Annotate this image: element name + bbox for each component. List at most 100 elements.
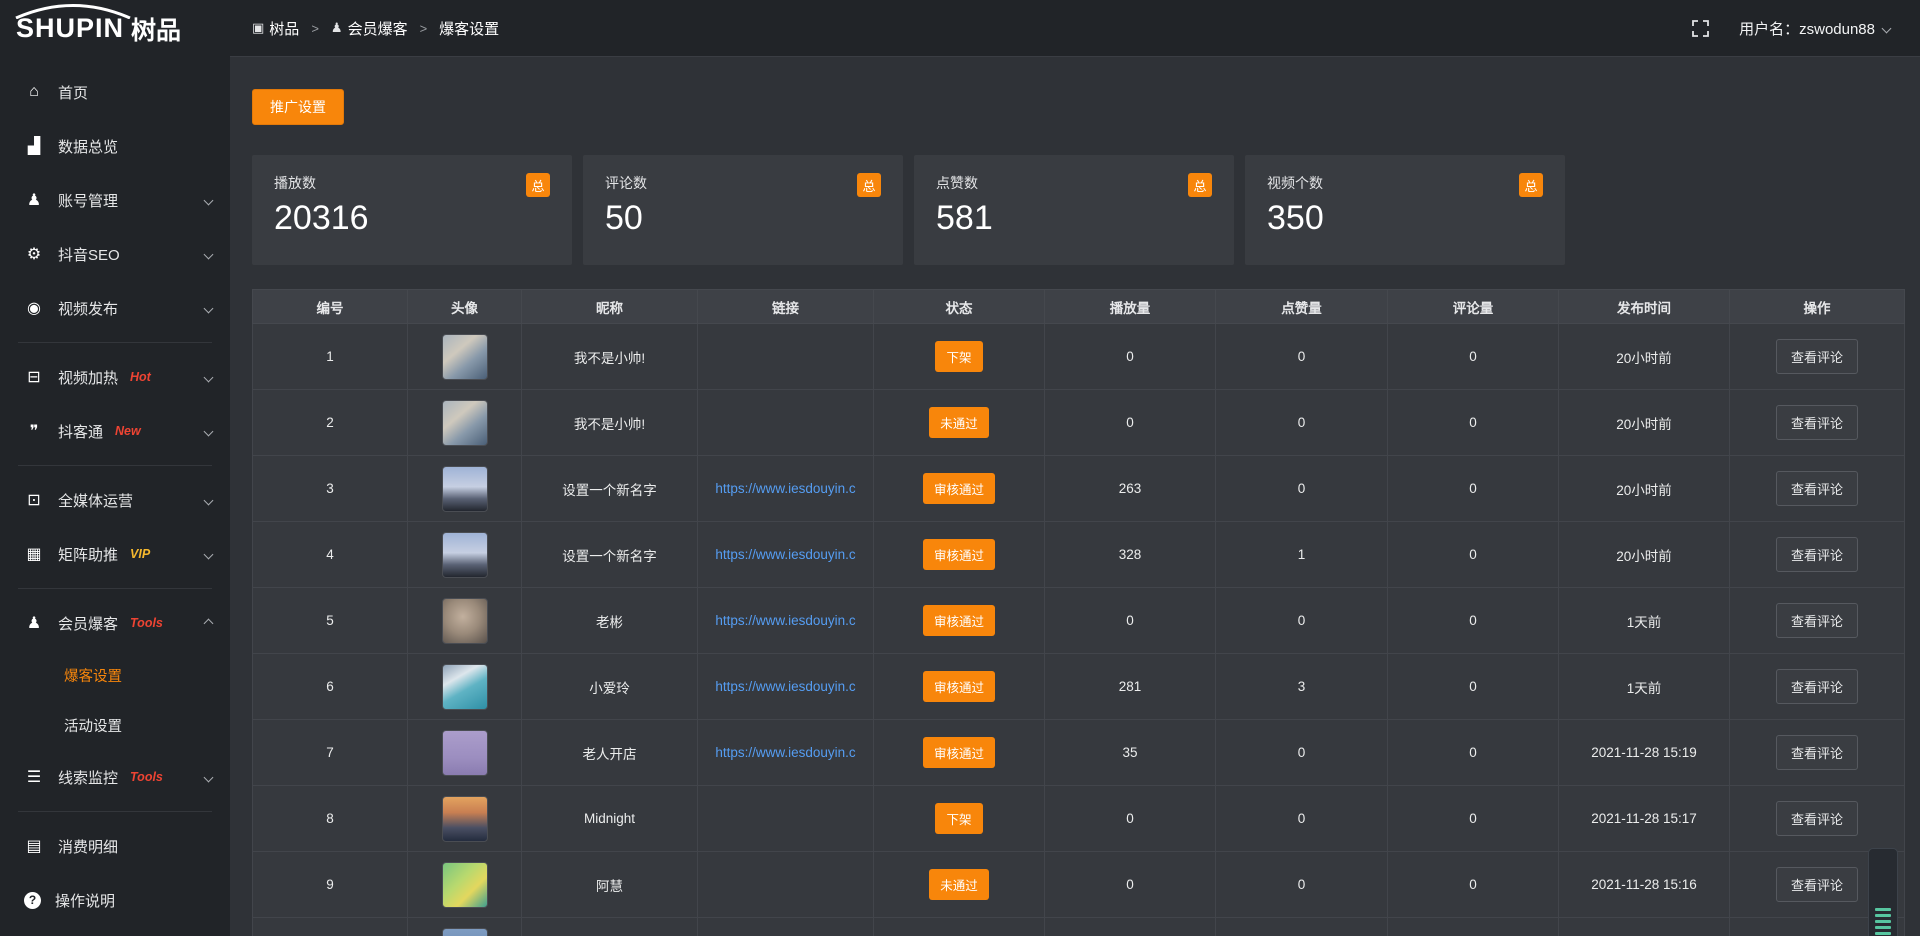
view-comments-button[interactable]: 查看评论	[1776, 603, 1858, 638]
sidebar-item-2[interactable]: ♟账号管理	[0, 173, 230, 227]
sidebar-item-10[interactable]: ▦矩阵助推VIP	[0, 527, 230, 581]
breadcrumb-item: 爆客设置	[439, 18, 499, 39]
avatar	[442, 928, 488, 936]
column-header: 评论量	[1388, 290, 1559, 324]
sidebar-item-6[interactable]: ⊟视频加热Hot	[0, 350, 230, 404]
cell-plays	[1045, 918, 1216, 936]
sidebar-item-3[interactable]: ⚙抖音SEO	[0, 227, 230, 281]
status-badge[interactable]: 审核通过	[923, 473, 995, 504]
fullscreen-icon[interactable]	[1692, 20, 1709, 37]
view-comments-button[interactable]: 查看评论	[1776, 801, 1858, 836]
widget-bar	[1875, 908, 1891, 911]
status-badge[interactable]: 下架	[935, 803, 982, 834]
breadcrumb-item[interactable]: ▣树品	[252, 18, 299, 39]
chevron-up-icon	[204, 618, 214, 628]
avatar	[442, 466, 488, 512]
sidebar-item-1[interactable]: ▟数据总览	[0, 119, 230, 173]
cell-status: 未通过	[874, 390, 1045, 456]
video-link[interactable]: https://www.iesdouyin.c	[698, 679, 873, 694]
avatar	[442, 532, 488, 578]
cell-id: 8	[253, 786, 408, 852]
status-badge[interactable]: 未通过	[929, 407, 989, 438]
status-badge[interactable]: 下架	[935, 341, 982, 372]
cell-plays: 0	[1045, 786, 1216, 852]
cell-comments: 0	[1388, 522, 1559, 588]
promo-settings-button[interactable]: 推广设置	[252, 89, 344, 125]
video-link[interactable]: https://www.iesdouyin.c	[698, 481, 873, 496]
cell-status: 未通过	[874, 852, 1045, 918]
cell-avatar	[408, 654, 522, 720]
video-link[interactable]: https://www.iesdouyin.c	[698, 745, 873, 760]
cell-nickname: 阿慧	[522, 852, 698, 918]
chevron-down-icon	[204, 195, 214, 205]
cell-action: 查看评论	[1730, 654, 1905, 720]
table-row: 2我不是小帅!未通过00020小时前查看评论	[253, 390, 1905, 456]
sidebar: SHUPIN 树品 ⌂首页▟数据总览♟账号管理⚙抖音SEO◉视频发布 ⊟视频加热H…	[0, 0, 230, 936]
sidebar-item-12[interactable]: ♟会员爆客Tools	[0, 596, 230, 650]
column-header: 发布时间	[1559, 290, 1730, 324]
view-comments-button[interactable]: 查看评论	[1776, 669, 1858, 704]
cell-time: 2021-11-28 15:19	[1559, 720, 1730, 786]
sidebar-item-15[interactable]: ▤消费明细	[0, 819, 230, 873]
view-comments-button[interactable]: 查看评论	[1776, 471, 1858, 506]
view-comments-button[interactable]: 查看评论	[1776, 339, 1858, 374]
status-badge[interactable]: 审核通过	[923, 737, 995, 768]
sidebar-item-7[interactable]: ❞抖客通New	[0, 404, 230, 458]
view-comments-button[interactable]: 查看评论	[1776, 537, 1858, 572]
column-header: 头像	[408, 290, 522, 324]
status-badge[interactable]: 审核通过	[923, 671, 995, 702]
user-dropdown[interactable]: 用户名：zswodun88	[1739, 18, 1890, 39]
floating-widget[interactable]	[1868, 848, 1898, 936]
gear-icon: ⚙	[24, 244, 44, 264]
view-comments-button[interactable]: 查看评论	[1776, 405, 1858, 440]
table-row: 6小爱玲https://www.iesdouyin.c审核通过281301天前查…	[253, 654, 1905, 720]
sidebar-item-label: 全媒体运营	[58, 490, 133, 511]
cell-action: 查看评论	[1730, 588, 1905, 654]
sidebar-item-9[interactable]: ⊡全媒体运营	[0, 473, 230, 527]
sidebar-item-13[interactable]: ☰线索监控Tools	[0, 750, 230, 804]
avatar	[442, 730, 488, 776]
table-body: 1我不是小帅!下架00020小时前查看评论2我不是小帅!未通过00020小时前查…	[253, 324, 1905, 936]
sidebar-subitem[interactable]: 活动设置	[0, 700, 230, 750]
sidebar-item-0[interactable]: ⌂首页	[0, 65, 230, 119]
video-link[interactable]: https://www.iesdouyin.c	[698, 547, 873, 562]
cell-link	[698, 852, 874, 918]
cell-likes: 0	[1216, 720, 1388, 786]
sidebar-item-16[interactable]: ?操作说明	[0, 873, 230, 927]
status-badge[interactable]: 审核通过	[923, 605, 995, 636]
cell-link: https://www.iesdouyin.c	[698, 522, 874, 588]
cell-link: https://www.iesdouyin.c	[698, 720, 874, 786]
view-comments-button[interactable]: 查看评论	[1776, 735, 1858, 770]
stat-card: 视频个数总350	[1245, 155, 1565, 265]
app-logo[interactable]: SHUPIN 树品	[0, 0, 230, 57]
cell-status: 审核通过	[874, 654, 1045, 720]
cell-comments: 0	[1388, 588, 1559, 654]
view-comments-button[interactable]: 查看评论	[1776, 867, 1858, 902]
column-header: 编号	[253, 290, 408, 324]
cell-id: 10	[253, 918, 408, 936]
sidebar-item-4[interactable]: ◉视频发布	[0, 281, 230, 335]
main-content: 推广设置 播放数总20316评论数总50点赞数总581视频个数总350 编号头像…	[230, 57, 1920, 936]
topbar-right: 用户名：zswodun88	[1692, 18, 1890, 39]
sidebar-item-label: 矩阵助推	[58, 544, 118, 565]
avatar	[442, 862, 488, 908]
column-header: 播放量	[1045, 290, 1216, 324]
cell-status: 下架	[874, 324, 1045, 390]
cell-likes: 1	[1216, 522, 1388, 588]
sidebar-subitem[interactable]: 爆客设置	[0, 650, 230, 700]
breadcrumb-item[interactable]: ♟会员爆客	[331, 18, 408, 39]
cell-nickname: 我不是小帅!	[522, 324, 698, 390]
cell-status: 审核通过	[874, 588, 1045, 654]
chevron-down-icon	[204, 303, 214, 313]
cell-id: 2	[253, 390, 408, 456]
status-badge[interactable]: 未通过	[929, 869, 989, 900]
stat-value: 20316	[274, 199, 550, 238]
status-badge[interactable]: 审核通过	[923, 539, 995, 570]
video-link[interactable]: https://www.iesdouyin.c	[698, 613, 873, 628]
cell-avatar	[408, 390, 522, 456]
cell-nickname	[522, 918, 698, 936]
column-header: 昵称	[522, 290, 698, 324]
cell-id: 3	[253, 456, 408, 522]
sidebar-divider	[18, 588, 212, 589]
total-badge: 总	[526, 173, 550, 197]
